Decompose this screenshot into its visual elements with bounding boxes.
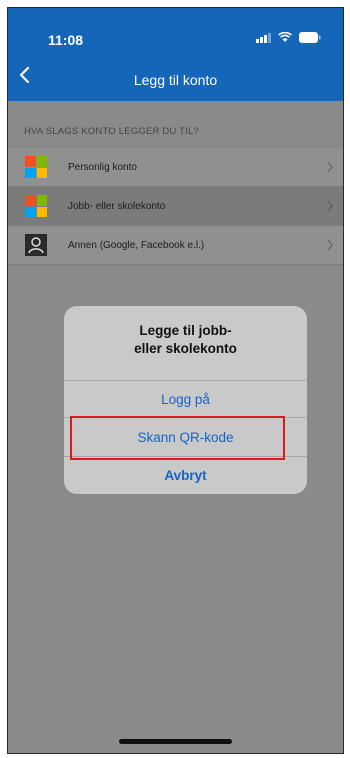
dialog-title: Legge til jobb- eller skolekonto xyxy=(134,323,237,356)
account-option-other[interactable]: Annen (Google, Facebook e.l.) xyxy=(8,226,343,265)
status-time: 11:08 xyxy=(48,32,84,48)
person-icon xyxy=(25,234,47,256)
section-label: HVA SLAGS KONTO LEGGER DU TIL? xyxy=(24,126,199,137)
status-icons xyxy=(256,32,321,43)
highlight-box xyxy=(70,416,285,460)
account-option-personal[interactable]: Personlig konto xyxy=(8,148,343,187)
account-option-label: Personlig konto xyxy=(68,162,137,173)
chevron-right-icon xyxy=(327,161,333,173)
account-option-work-school[interactable]: Jobb- eller skolekonto xyxy=(8,187,343,226)
home-indicator[interactable] xyxy=(119,739,232,744)
account-option-label: Jobb- eller skolekonto xyxy=(68,201,166,212)
battery-icon xyxy=(299,32,321,43)
page-title: Legg til konto xyxy=(133,72,218,88)
chevron-right-icon xyxy=(327,200,333,212)
account-option-label: Annen (Google, Facebook e.l.) xyxy=(68,240,205,251)
divider xyxy=(64,380,307,381)
app-frame: 11:08 Legg til konto HVA SLAGS KONTO LEG… xyxy=(7,7,344,754)
wifi-icon xyxy=(278,32,292,42)
sign-in-button[interactable]: Logg på xyxy=(64,392,307,407)
microsoft-logo-icon xyxy=(25,195,47,217)
chevron-right-icon xyxy=(327,239,333,251)
microsoft-logo-icon xyxy=(25,156,47,178)
action-sheet-dialog: Legge til jobb- eller skolekonto Logg på… xyxy=(64,306,307,494)
header: 11:08 Legg til konto xyxy=(8,8,343,101)
cancel-button[interactable]: Avbryt xyxy=(64,468,307,483)
cellular-signal-icon xyxy=(256,32,271,43)
